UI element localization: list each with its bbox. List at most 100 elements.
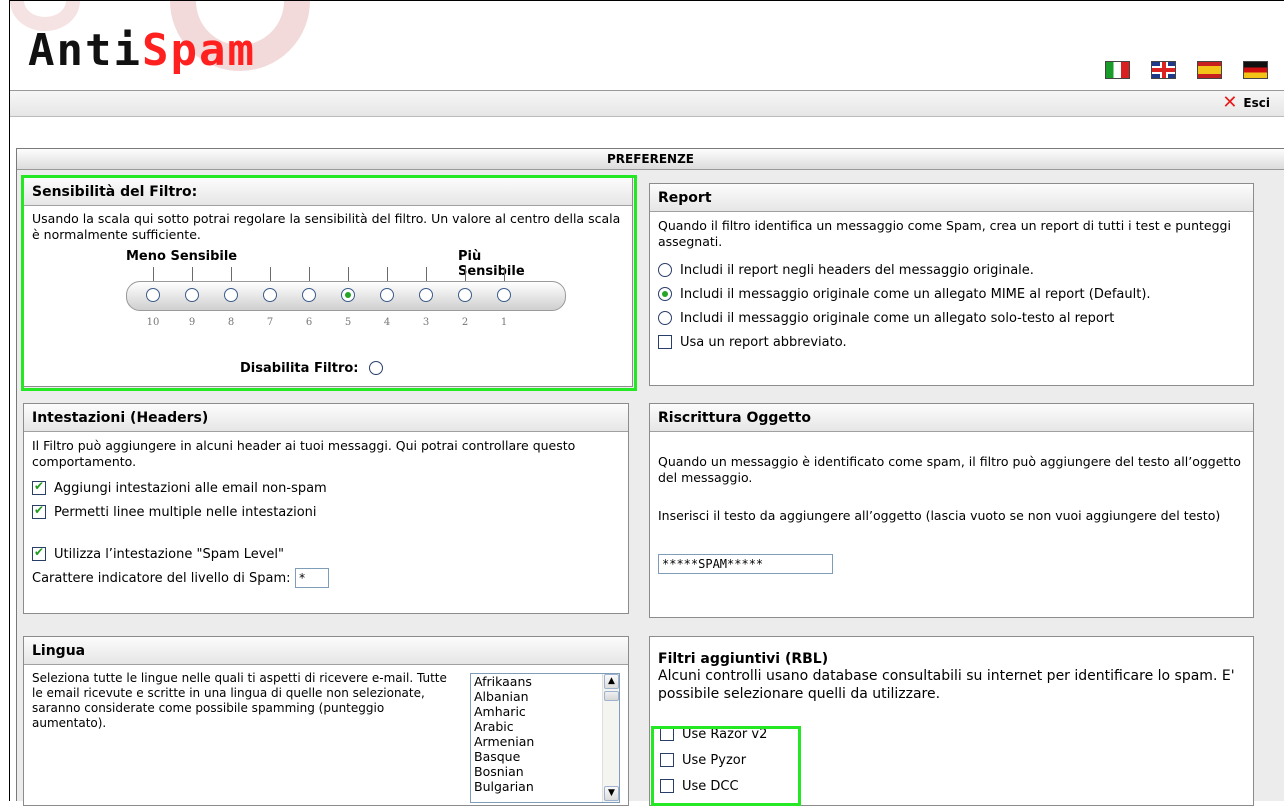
scale-tick bbox=[465, 267, 466, 281]
sensitivity-level-number: 8 bbox=[227, 317, 235, 328]
scale-tick bbox=[231, 267, 232, 281]
logout-label: Esci bbox=[1243, 96, 1270, 110]
report-option-2[interactable]: Includi il messaggio originale come un a… bbox=[658, 282, 1253, 306]
sensitivity-scale: Meno Sensibile Più Sensibile 10 9 8 7 6 5 4 3 2 1 bbox=[86, 249, 566, 359]
report-option-label: Includi il report negli headers del mess… bbox=[680, 262, 1034, 278]
language-option[interactable]: Afrikaans bbox=[471, 674, 619, 689]
scroll-up-icon[interactable]: ▲ bbox=[604, 674, 619, 689]
scroll-down-icon[interactable]: ▼ bbox=[604, 786, 619, 801]
language-panel: Lingua Seleziona tutte le lingue nelle q… bbox=[23, 636, 629, 806]
language-options: Afrikaans Albanian Amharic Arabic Armenian Ba… bbox=[471, 674, 619, 794]
language-listbox[interactable]: Afrikaans Albanian Amharic Arabic Armenian Ba… bbox=[470, 673, 620, 803]
sensitivity-level-radio[interactable] bbox=[224, 288, 238, 302]
sensitivity-level-number: 2 bbox=[461, 317, 469, 328]
report-option-radio[interactable] bbox=[658, 311, 672, 325]
add-nonspam-headers-row[interactable]: Aggiungi intestazioni alle email non-spa… bbox=[32, 476, 628, 500]
subject-text-input[interactable] bbox=[658, 554, 833, 574]
dcc-row[interactable]: Use DCC bbox=[660, 773, 1253, 799]
sensitivity-level-radio[interactable] bbox=[497, 288, 511, 302]
abbreviated-report-label: Usa un report abbreviato. bbox=[680, 334, 847, 350]
scale-tick bbox=[270, 267, 271, 281]
sensitivity-level-number: 3 bbox=[422, 317, 430, 328]
indicator-row: Carattere indicatore del livello di Spam… bbox=[32, 566, 628, 590]
listbox-scrollbar[interactable]: ▲ ▼ bbox=[602, 674, 619, 802]
multiline-headers-label: Permetti linee multiple nelle intestazio… bbox=[54, 504, 317, 520]
indicator-char-input[interactable] bbox=[294, 568, 329, 588]
rbl-panel: Filtri aggiuntivi (RBL) Alcuni controlli… bbox=[649, 636, 1254, 806]
rbl-options: Use Razor v2 Use Pyzor Use DCC bbox=[650, 703, 1253, 799]
sensitivity-level-number: 6 bbox=[305, 317, 313, 328]
report-option-3[interactable]: Includi il messaggio originale come un a… bbox=[658, 306, 1253, 330]
headers-panel: Intestazioni (Headers) Il Filtro può agg… bbox=[23, 403, 629, 614]
headers-title: Intestazioni (Headers) bbox=[24, 404, 628, 432]
scale-tick bbox=[504, 267, 505, 281]
razor-row[interactable]: Use Razor v2 bbox=[660, 721, 1253, 747]
language-title: Lingua bbox=[24, 637, 628, 665]
rbl-description: Alcuni controlli usano database consulta… bbox=[658, 668, 1235, 702]
language-description: Seleziona tutte le lingue nelle quali ti… bbox=[32, 671, 447, 730]
english-flag-icon[interactable] bbox=[1151, 61, 1176, 79]
window-frame-left bbox=[9, 0, 10, 801]
app-header: AntiSpam bbox=[10, 1, 1284, 90]
less-sensitive-label: Meno Sensibile bbox=[126, 249, 238, 264]
page-title: PREFERENZE bbox=[17, 149, 1284, 170]
sensitivity-level-radio[interactable] bbox=[380, 288, 394, 302]
sensitivity-level-radio[interactable] bbox=[185, 288, 199, 302]
report-option-radio[interactable] bbox=[658, 263, 672, 277]
report-option-radio[interactable] bbox=[658, 287, 672, 301]
report-description: Quando il filtro identifica un messaggio… bbox=[658, 218, 1231, 249]
abbreviated-report-checkbox[interactable] bbox=[658, 335, 672, 349]
german-flag-icon[interactable] bbox=[1243, 61, 1268, 79]
sensitivity-title: Sensibilità del Filtro: bbox=[24, 178, 632, 206]
scale-tick bbox=[348, 267, 349, 281]
language-option[interactable]: Bosnian bbox=[471, 764, 619, 779]
dcc-label: Use DCC bbox=[682, 778, 739, 794]
add-nonspam-headers-label: Aggiungi intestazioni alle email non-spa… bbox=[54, 480, 327, 496]
spam-level-header-row[interactable]: Utilizza l’intestazione "Spam Level" bbox=[32, 542, 628, 566]
sensitivity-level-radio[interactable] bbox=[302, 288, 316, 302]
sensitivity-panel: Sensibilità del Filtro: Usando la scala … bbox=[23, 177, 633, 387]
language-option[interactable]: Amharic bbox=[471, 704, 619, 719]
abbreviated-report-row[interactable]: Usa un report abbreviato. bbox=[658, 330, 1253, 354]
pyzor-checkbox[interactable] bbox=[660, 753, 674, 767]
logout-button[interactable]: ✕ Esci bbox=[1222, 94, 1270, 112]
language-switcher bbox=[1105, 61, 1268, 79]
report-title: Report bbox=[650, 184, 1253, 212]
subject-rewrite-title: Riscrittura Oggetto bbox=[650, 404, 1253, 432]
scroll-thumb[interactable] bbox=[604, 691, 619, 701]
language-option[interactable]: Arabic bbox=[471, 719, 619, 734]
multiline-headers-row[interactable]: Permetti linee multiple nelle intestazio… bbox=[32, 500, 628, 524]
sensitivity-level-number: 10 bbox=[146, 317, 160, 328]
razor-checkbox[interactable] bbox=[660, 727, 674, 741]
sensitivity-level-radio[interactable] bbox=[263, 288, 277, 302]
disable-filter-row: Disabilita Filtro: bbox=[240, 356, 383, 380]
subject-rewrite-panel: Riscrittura Oggetto Quando un messaggio … bbox=[649, 403, 1254, 618]
dcc-checkbox[interactable] bbox=[660, 779, 674, 793]
disable-filter-radio[interactable] bbox=[368, 361, 383, 375]
pyzor-label: Use Pyzor bbox=[682, 752, 747, 768]
language-option[interactable]: Albanian bbox=[471, 689, 619, 704]
report-option-label: Includi il messaggio originale come un a… bbox=[680, 310, 1115, 326]
indicator-label: Carattere indicatore del livello di Spam… bbox=[32, 570, 291, 586]
sensitivity-level-radio[interactable] bbox=[341, 288, 355, 302]
sensitivity-level-radio[interactable] bbox=[419, 288, 433, 302]
scale-tick bbox=[387, 267, 388, 281]
app-logo: AntiSpam bbox=[28, 25, 256, 76]
spanish-flag-icon[interactable] bbox=[1197, 61, 1222, 79]
headers-description: Il Filtro può aggiungere in alcuni heade… bbox=[32, 438, 576, 469]
language-option[interactable]: Armenian bbox=[471, 734, 619, 749]
toolbar: ✕ Esci bbox=[10, 90, 1284, 117]
pyzor-row[interactable]: Use Pyzor bbox=[660, 747, 1253, 773]
subject-input-label: Inserisci il testo da aggiungere all’ogg… bbox=[658, 508, 1221, 523]
multiline-headers-checkbox[interactable] bbox=[32, 503, 46, 519]
more-sensitive-label: Più Sensibile bbox=[458, 249, 525, 279]
sensitivity-level-number: 1 bbox=[500, 317, 508, 328]
sensitivity-level-radio[interactable] bbox=[458, 288, 472, 302]
italian-flag-icon[interactable] bbox=[1105, 61, 1130, 79]
add-nonspam-headers-checkbox[interactable] bbox=[32, 479, 46, 495]
report-option-1[interactable]: Includi il report negli headers del mess… bbox=[658, 258, 1253, 282]
spam-level-header-checkbox[interactable] bbox=[32, 545, 46, 561]
language-option[interactable]: Bulgarian bbox=[471, 779, 619, 794]
sensitivity-level-radio[interactable] bbox=[146, 288, 160, 302]
language-option[interactable]: Basque bbox=[471, 749, 619, 764]
